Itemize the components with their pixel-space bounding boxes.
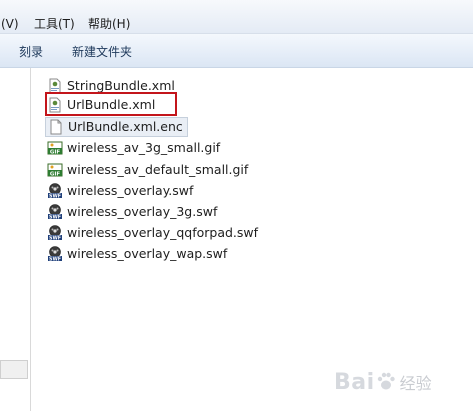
file-item[interactable]: SWF wireless_overlay_3g.swf [47, 202, 217, 222]
svg-text:SWF: SWF [49, 193, 61, 199]
file-name: wireless_av_3g_small.gif [67, 140, 221, 155]
gif-file-icon: GIF [47, 140, 63, 156]
file-item[interactable]: SWF wireless_overlay_qqforpad.swf [47, 223, 258, 243]
annotation-highlight-box [45, 92, 177, 116]
file-item[interactable]: SWF wireless_overlay.swf [47, 181, 193, 201]
new-folder-button[interactable]: 新建文件夹 [72, 45, 132, 59]
file-name: wireless_overlay_3g.swf [67, 204, 218, 219]
burn-button[interactable]: 刻录 [19, 45, 43, 59]
file-name: wireless_overlay.swf [67, 183, 194, 198]
paw-icon [376, 370, 396, 395]
svg-text:SWF: SWF [49, 214, 61, 220]
menu-view[interactable]: (V) [1, 17, 19, 31]
nav-scrollbar[interactable] [0, 360, 28, 379]
file-name: wireless_overlay_qqforpad.swf [67, 225, 259, 240]
menu-tools[interactable]: 工具(T) [34, 17, 75, 31]
svg-text:GIF: GIF [50, 150, 61, 156]
file-name: UrlBundle.xml.enc [68, 119, 183, 134]
navigation-pane[interactable] [0, 68, 31, 411]
baidu-watermark: Bai 经验 [334, 362, 469, 402]
svg-text:SWF: SWF [49, 235, 61, 241]
file-item[interactable]: SWF wireless_overlay_wap.swf [47, 244, 227, 264]
file-item-selected[interactable]: UrlBundle.xml.enc [45, 117, 188, 137]
command-toolbar: 刻录 新建文件夹 [0, 34, 473, 68]
file-item[interactable]: GIF wireless_av_default_small.gif [47, 160, 248, 180]
blank-file-icon [48, 119, 64, 135]
watermark-text-right: 经验 [399, 374, 432, 393]
swf-file-icon: SWF [47, 225, 63, 241]
file-name: wireless_av_default_small.gif [67, 162, 249, 177]
swf-file-icon: SWF [47, 204, 63, 220]
watermark-text-left: Bai [334, 369, 375, 395]
menu-help[interactable]: 帮助(H) [88, 17, 130, 31]
file-name: wireless_overlay_wap.swf [67, 246, 228, 261]
svg-text:SWF: SWF [49, 256, 61, 262]
file-item[interactable]: GIF wireless_av_3g_small.gif [47, 138, 220, 158]
file-list: StringBundle.xml UrlBundle.xml UrlBundle… [31, 68, 473, 411]
menu-bar: (V) 工具(T) 帮助(H) [0, 0, 473, 34]
swf-file-icon: SWF [47, 183, 63, 199]
svg-text:GIF: GIF [50, 172, 61, 178]
swf-file-icon: SWF [47, 246, 63, 262]
gif-file-icon: GIF [47, 162, 63, 178]
